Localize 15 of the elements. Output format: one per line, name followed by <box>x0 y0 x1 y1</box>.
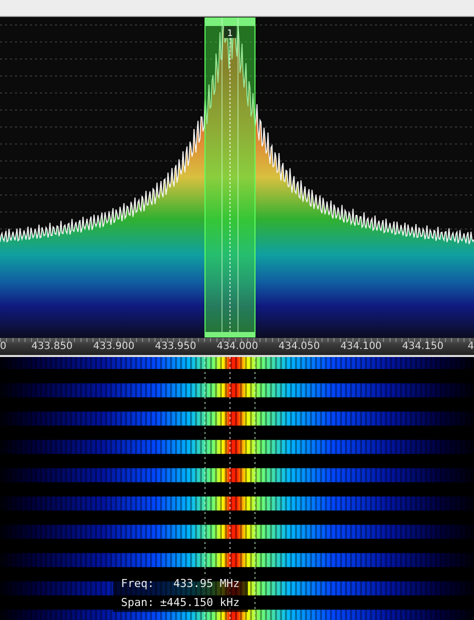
axis-label: 4 <box>468 341 474 353</box>
axis-label: 433.950 <box>154 341 196 353</box>
tooltip-value: 433.95 MHz <box>172 577 240 590</box>
axis-label: 434.050 <box>278 341 320 353</box>
axis-label: 433.850 <box>31 341 73 353</box>
filter-band[interactable] <box>204 18 256 338</box>
axis-label: 434.000 <box>216 341 258 353</box>
axis-label: 434.100 <box>340 341 382 353</box>
tooltip-label: Freq: <box>121 577 154 590</box>
axis-label: 434.150 <box>402 341 444 353</box>
marker-label: 1 <box>227 29 233 39</box>
tooltip-value: ±445.150 kHz <box>160 596 240 609</box>
tooltip-label: Span: <box>121 596 154 609</box>
axis-label: 433.900 <box>93 341 134 353</box>
axis-label: 0 <box>0 341 6 353</box>
